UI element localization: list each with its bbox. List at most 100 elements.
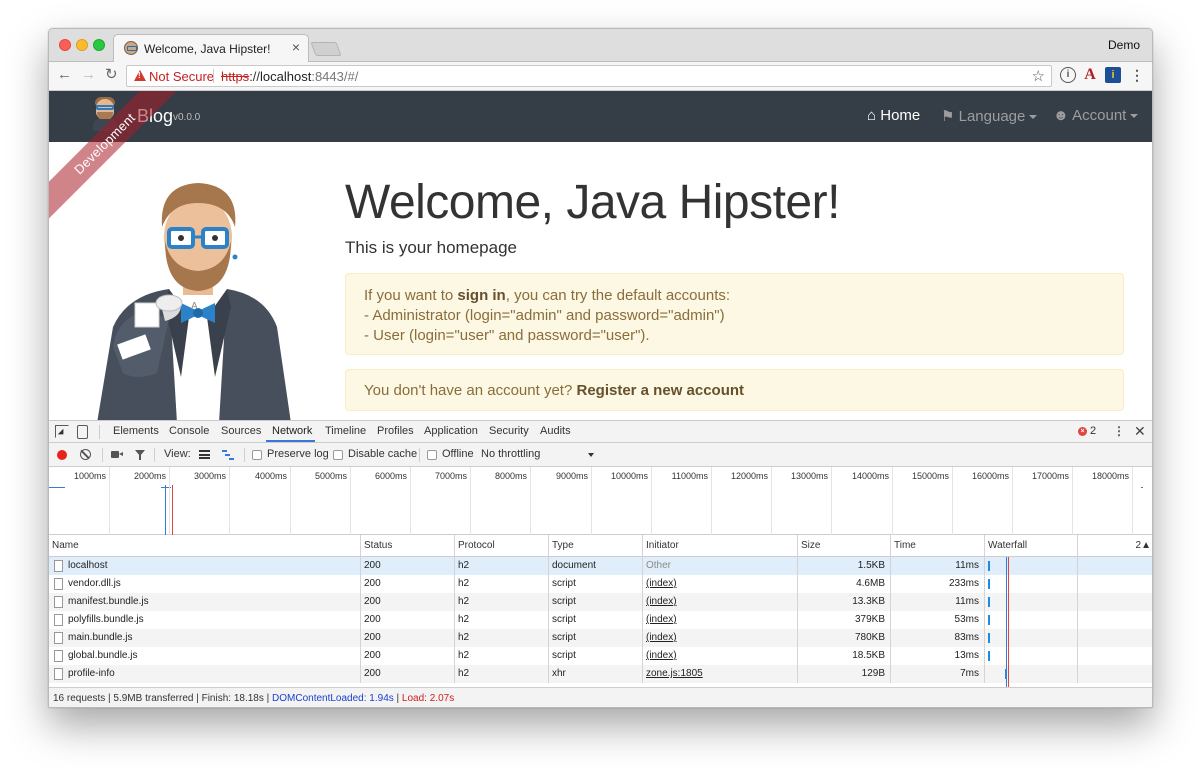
extension-acrobat-icon[interactable]: A xyxy=(1082,67,1098,83)
load-event-line xyxy=(172,485,173,535)
table-row[interactable]: global.bundle.js 200 h2 script (index) 18.5KB… xyxy=(49,647,1152,665)
url-host: localhost xyxy=(260,69,312,84)
minimize-window-button[interactable] xyxy=(76,39,88,51)
row-initiator[interactable]: (index) xyxy=(643,629,798,647)
devtools-close-icon[interactable]: ✕ xyxy=(1134,423,1146,440)
tab-network[interactable]: Network xyxy=(272,425,312,437)
tab-console[interactable]: Console xyxy=(169,425,209,437)
nav-language[interactable]: ⚑ Language xyxy=(941,107,1038,125)
tab-timeline[interactable]: Timeline xyxy=(325,425,366,437)
row-status: 200 xyxy=(361,611,455,629)
tab-application[interactable]: Application xyxy=(424,425,478,437)
error-count[interactable]: 2 xyxy=(1090,425,1096,437)
row-status: 200 xyxy=(361,557,455,575)
row-initiator[interactable]: zone.js:1805 xyxy=(643,665,798,683)
tab-profiles[interactable]: Profiles xyxy=(377,425,414,437)
forward-icon[interactable]: → xyxy=(81,67,96,83)
device-toolbar-icon[interactable] xyxy=(77,425,88,439)
column-time[interactable]: Time xyxy=(891,535,985,557)
warning-triangle-icon[interactable] xyxy=(134,70,146,81)
timeline-gridline xyxy=(1132,467,1133,535)
disable-cache-checkbox[interactable] xyxy=(333,450,343,460)
table-row[interactable]: profile-info 200 h2 xhr zone.js:1805 129B 7ms xyxy=(49,665,1152,683)
new-tab-button[interactable] xyxy=(310,42,342,56)
table-row[interactable]: polyfills.bundle.js 200 h2 script (index) 379… xyxy=(49,611,1152,629)
signin-line: If you want to sign in, you can try the … xyxy=(364,286,1105,306)
table-row[interactable]: manifest.bundle.js 200 h2 script (index) 13.3… xyxy=(49,593,1152,611)
row-initiator[interactable]: (index) xyxy=(643,593,798,611)
browser-menu-icon[interactable]: ⋮ xyxy=(1129,67,1145,83)
view-label: View: xyxy=(164,448,191,460)
security-indicator[interactable]: Not Secure xyxy=(149,69,214,84)
summary-main: 16 requests | 5.9MB transferred | Finish… xyxy=(53,693,273,704)
overview-request-bar xyxy=(1141,487,1143,488)
tab-security[interactable]: Security xyxy=(489,425,529,437)
profile-name[interactable]: Demo xyxy=(1108,38,1140,52)
column-protocol[interactable]: Protocol xyxy=(455,535,549,557)
inspect-element-icon[interactable] xyxy=(55,425,69,438)
column-status[interactable]: Status xyxy=(361,535,455,557)
tab-audits[interactable]: Audits xyxy=(540,425,571,437)
record-icon[interactable] xyxy=(57,450,67,460)
devtools-menu-icon[interactable]: ⋮ xyxy=(1113,424,1125,438)
bookmark-star-icon[interactable]: ☆ xyxy=(1032,67,1045,85)
row-initiator[interactable]: (index) xyxy=(643,575,798,593)
throttling-select[interactable]: No throttling xyxy=(481,448,540,460)
filter-icon[interactable] xyxy=(135,450,145,460)
browser-window: Welcome, Java Hipster! × Demo ← → ↻ Not … xyxy=(48,28,1153,708)
back-icon[interactable]: ← xyxy=(57,67,72,83)
network-overview-timeline[interactable]: 1000ms 2000ms 3000ms 4000ms 5000ms 6000ms 7000… xyxy=(49,467,1152,535)
waterfall-bar xyxy=(988,579,990,589)
error-icon[interactable]: × xyxy=(1078,427,1087,436)
close-window-button[interactable] xyxy=(59,39,71,51)
user-account-line: - User (login="user" and password="user"… xyxy=(364,327,650,344)
tab-close-icon[interactable]: × xyxy=(292,40,300,54)
row-protocol: h2 xyxy=(455,647,549,665)
zoom-window-button[interactable] xyxy=(93,39,105,51)
column-waterfall[interactable]: Waterfall xyxy=(985,535,1078,557)
table-row[interactable]: localhost 200 h2 document Other 1.5KB 11ms xyxy=(49,557,1152,575)
extension-info-icon[interactable]: i xyxy=(1060,67,1076,83)
row-initiator[interactable]: (index) xyxy=(643,647,798,665)
column-size[interactable]: Size xyxy=(798,535,891,557)
row-size: 4.6MB xyxy=(798,575,891,593)
row-type: script xyxy=(549,647,643,665)
tab-sources[interactable]: Sources xyxy=(221,425,261,437)
row-protocol: h2 xyxy=(455,593,549,611)
clear-icon[interactable] xyxy=(80,449,91,460)
signin-link[interactable]: sign in xyxy=(457,287,505,304)
column-name[interactable]: Name xyxy=(49,535,361,557)
offline-checkbox[interactable] xyxy=(427,450,437,460)
nav-home[interactable]: ⌂ Home xyxy=(867,107,920,124)
timeline-tick-label: 16000ms xyxy=(971,471,1009,481)
camera-icon[interactable] xyxy=(111,451,123,458)
register-link[interactable]: Register a new account xyxy=(576,382,744,399)
web-page: Blog v0.0.0 ⌂ Home ⚑ Language ☻ Account … xyxy=(49,91,1152,421)
column-initiator[interactable]: Initiator xyxy=(643,535,798,557)
extension-blue-icon[interactable]: i xyxy=(1105,67,1121,83)
file-icon xyxy=(54,668,63,680)
chevron-down-icon[interactable] xyxy=(588,453,594,457)
home-icon: ⌂ xyxy=(867,107,877,124)
waterfall-view-icon[interactable] xyxy=(222,450,234,460)
row-initiator[interactable]: (index) xyxy=(643,611,798,629)
file-icon xyxy=(54,596,63,608)
timeline-tick-label: 13000ms xyxy=(790,471,828,481)
address-bar[interactable]: Not Secure https://localhost:8443/#/ ☆ xyxy=(126,65,1052,87)
reload-icon[interactable]: ↻ xyxy=(105,67,118,83)
table-row[interactable]: main.bundle.js 200 h2 script (index) 780KB 83m… xyxy=(49,629,1152,647)
table-row[interactable]: vendor.dll.js 200 h2 script (index) 4.6MB 233m… xyxy=(49,575,1152,593)
url-path: :8443/#/ xyxy=(311,69,359,84)
row-waterfall xyxy=(985,575,1078,593)
row-name: main.bundle.js xyxy=(49,629,361,647)
row-time: 13ms xyxy=(891,647,985,665)
row-name: global.bundle.js xyxy=(49,647,361,665)
preserve-log-checkbox[interactable] xyxy=(252,450,262,460)
url-text[interactable]: https://localhost:8443/#/ xyxy=(221,69,358,84)
column-type[interactable]: Type xyxy=(549,535,643,557)
nav-account[interactable]: ☻ Account xyxy=(1053,107,1139,124)
column-sort-indicator[interactable]: 2▲ xyxy=(1078,535,1152,557)
list-view-icon[interactable] xyxy=(199,450,210,459)
browser-tab[interactable]: Welcome, Java Hipster! × xyxy=(113,34,309,62)
tab-elements[interactable]: Elements xyxy=(113,425,159,437)
